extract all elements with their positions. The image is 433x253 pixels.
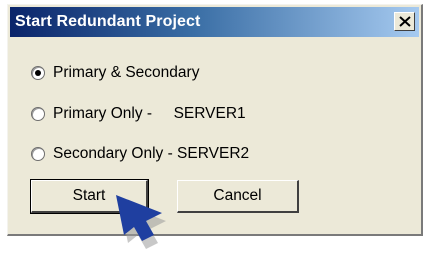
- mouse-pointer-icon: [116, 195, 166, 249]
- radio-label-primary-secondary: Primary & Secondary: [53, 64, 200, 81]
- radio-option-primary-secondary[interactable]: Primary & Secondary: [31, 62, 199, 84]
- radio-button-primary-only[interactable]: [31, 107, 45, 121]
- radio-button-secondary-only[interactable]: [31, 147, 45, 161]
- title-bar[interactable]: Start Redundant Project: [10, 7, 419, 37]
- radio-label-primary-only: Primary Only - SERVER1: [53, 105, 246, 122]
- close-icon: [399, 16, 411, 27]
- cancel-button[interactable]: Cancel: [177, 180, 299, 213]
- radio-button-primary-secondary[interactable]: [31, 66, 45, 80]
- close-button[interactable]: [394, 12, 415, 31]
- start-redundant-project-dialog: Start Redundant Project Primary & Second…: [7, 4, 423, 236]
- radio-selected-dot: [35, 70, 41, 76]
- dialog-title: Start Redundant Project: [15, 13, 201, 30]
- radio-label-secondary-only: Secondary Only - SERVER2: [53, 145, 250, 162]
- radio-option-secondary-only[interactable]: Secondary Only - SERVER2: [31, 143, 249, 165]
- radio-option-primary-only[interactable]: Primary Only - SERVER1: [31, 103, 246, 125]
